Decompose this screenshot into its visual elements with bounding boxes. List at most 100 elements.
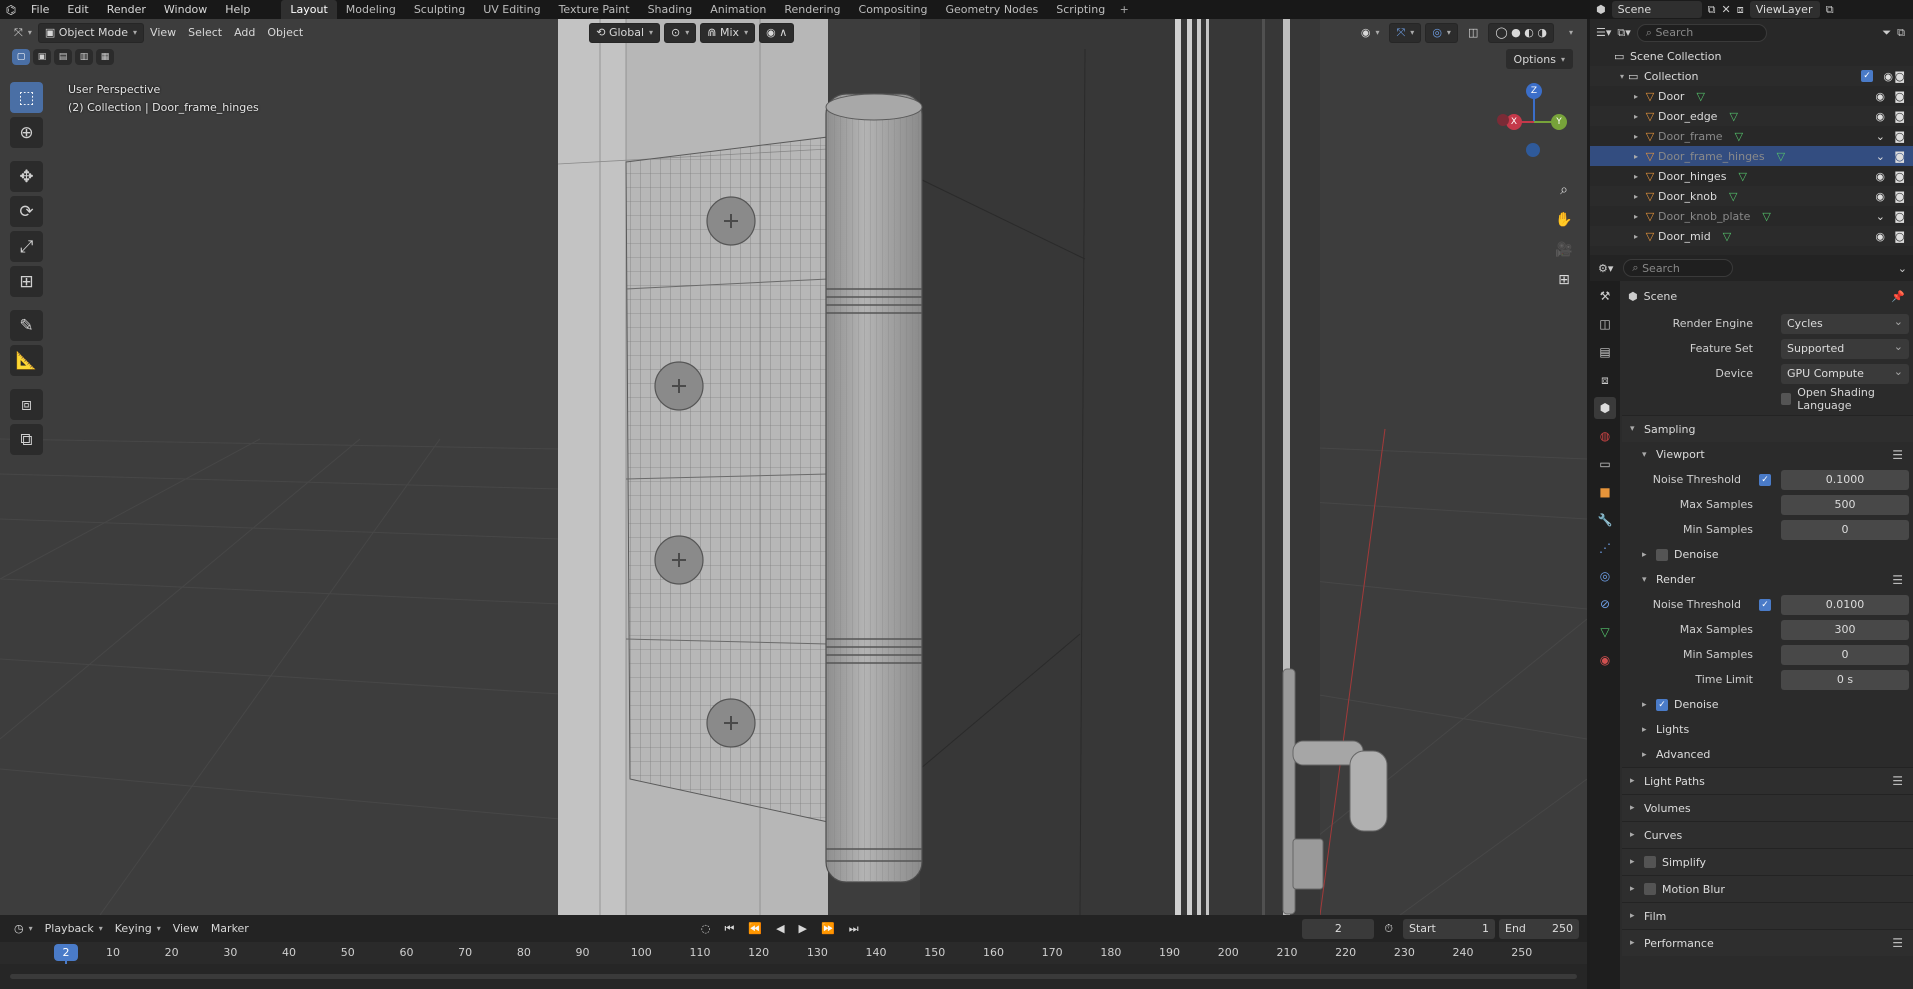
camera-icon[interactable]: ◙: [1894, 210, 1905, 223]
new-view-layer-icon[interactable]: ⧉: [1826, 3, 1834, 17]
sampling-panel[interactable]: ▾ Sampling: [1622, 415, 1913, 442]
select-subtract-icon[interactable]: ▤: [54, 49, 72, 65]
camera-icon[interactable]: ◙: [1894, 110, 1905, 123]
expand-arrow-icon[interactable]: ▸: [1630, 172, 1642, 181]
expand-arrow-icon[interactable]: ▸: [1630, 192, 1642, 201]
outliner-object-row[interactable]: ▸ ▽ Door_mid ▽ ◉ ◙: [1590, 226, 1913, 246]
start-frame-field[interactable]: Start 1: [1403, 918, 1495, 939]
menu-window[interactable]: Window: [155, 0, 216, 19]
pin-icon[interactable]: 📌: [1891, 290, 1905, 303]
mode-selector[interactable]: ▣ Object Mode ▾: [37, 22, 145, 43]
r-time-limit-field[interactable]: 0 s: [1781, 669, 1909, 690]
render-subpanel[interactable]: ▾ Render ☰: [1622, 567, 1913, 592]
playhead-frame-indicator[interactable]: 2: [54, 944, 78, 961]
jump-start-icon[interactable]: ⏮: [718, 919, 740, 939]
presets-list-icon[interactable]: ☰: [1892, 448, 1903, 462]
current-frame-field[interactable]: 2: [1302, 918, 1375, 939]
camera-icon[interactable]: ◙: [1894, 70, 1905, 83]
camera-icon[interactable]: ◙: [1894, 150, 1905, 163]
expand-arrow-icon[interactable]: ▸: [1630, 92, 1642, 101]
select-new-icon[interactable]: ▢: [12, 49, 30, 65]
eye-icon[interactable]: ◉: [1875, 170, 1885, 183]
select-intersect-icon[interactable]: ▦: [96, 49, 114, 65]
menu-object[interactable]: Object: [261, 23, 309, 43]
scene-collection-row[interactable]: ▭ Scene Collection: [1590, 46, 1913, 66]
tab-texture-paint[interactable]: Texture Paint: [550, 0, 639, 19]
prev-keyframe-icon[interactable]: ⏪: [742, 919, 768, 939]
motion-blur-panel[interactable]: ▸ Motion Blur: [1622, 875, 1913, 902]
camera-icon[interactable]: ◙: [1894, 130, 1905, 143]
expand-arrow-icon[interactable]: ▸: [1630, 132, 1642, 141]
vp-denoise-subpanel[interactable]: ▸ Denoise: [1622, 542, 1913, 567]
timeline-track[interactable]: [0, 964, 1587, 989]
r-max-samples-field[interactable]: 300: [1781, 619, 1909, 640]
end-frame-field[interactable]: End 250: [1499, 918, 1579, 939]
modifier-tab-icon[interactable]: 🔧: [1594, 509, 1616, 531]
blender-logo-icon[interactable]: ⌬: [0, 0, 22, 19]
feature-set-select[interactable]: Supported: [1781, 338, 1909, 359]
jump-end-icon[interactable]: ⏭: [843, 919, 865, 939]
tab-shading[interactable]: Shading: [639, 0, 702, 19]
view-layer-field[interactable]: ViewLayer: [1749, 1, 1820, 18]
select-extend-icon[interactable]: ▣: [33, 49, 51, 65]
eye-icon[interactable]: ⌄: [1876, 210, 1885, 223]
options-button[interactable]: Options ▾: [1505, 49, 1573, 69]
rotate-icon[interactable]: ⟳: [10, 196, 43, 227]
outliner-object-row[interactable]: ▸ ▽ Door_edge ▽ ◉ ◙: [1590, 106, 1913, 126]
vp-denoise-checkbox[interactable]: [1656, 548, 1668, 561]
camera-icon[interactable]: ◙: [1894, 90, 1905, 103]
eye-icon[interactable]: ◉: [1875, 110, 1885, 123]
view-layer-tab-icon[interactable]: ⧈: [1594, 369, 1616, 391]
r-denoise-checkbox[interactable]: ✓: [1656, 698, 1668, 711]
tab-scripting[interactable]: Scripting: [1047, 0, 1114, 19]
new-collection-icon[interactable]: ⧉: [1897, 26, 1905, 40]
simplify-panel[interactable]: ▸ Simplify: [1622, 848, 1913, 875]
physics-tab-icon[interactable]: ◎: [1594, 565, 1616, 587]
xray-toggle[interactable]: ◫: [1462, 23, 1484, 43]
constraints-tab-icon[interactable]: ⊘: [1594, 593, 1616, 615]
outliner-object-row[interactable]: ▸ ▽ Door_hinges ▽ ◉ ◙: [1590, 166, 1913, 186]
transform-tool-icon[interactable]: ⊞: [10, 266, 43, 297]
menu-keying[interactable]: Keying ▾: [109, 919, 167, 939]
render-engine-select[interactable]: Cycles: [1781, 313, 1909, 334]
advanced-subpanel[interactable]: ▸ Advanced: [1622, 742, 1913, 767]
object-tab-icon[interactable]: ■: [1594, 481, 1616, 503]
r-denoise-subpanel[interactable]: ▸ ✓ Denoise: [1622, 692, 1913, 717]
gizmo-toggle[interactable]: ⤧ ▾: [1389, 22, 1422, 43]
tab-uv-editing[interactable]: UV Editing: [474, 0, 549, 19]
collection-tab-icon[interactable]: ▭: [1594, 453, 1616, 475]
data-tab-icon[interactable]: ▽: [1594, 621, 1616, 643]
pivot-selector[interactable]: ⊙ ▾: [664, 22, 697, 43]
tool-tab-icon[interactable]: ⚒: [1594, 285, 1616, 307]
shading-options[interactable]: ▾: [1558, 23, 1579, 43]
presets-list-icon[interactable]: ☰: [1892, 774, 1903, 788]
proportional-edit-button[interactable]: ◉ ∧: [759, 22, 795, 43]
menu-edit[interactable]: Edit: [58, 0, 97, 19]
world-tab-icon[interactable]: ◍: [1594, 425, 1616, 447]
zoom-icon[interactable]: ⌕: [1551, 177, 1577, 203]
pan-hand-icon[interactable]: ✋: [1551, 207, 1577, 233]
add-workspace-icon[interactable]: +: [1114, 0, 1134, 19]
eye-icon[interactable]: ◉: [1875, 230, 1885, 243]
tab-geometry-nodes[interactable]: Geometry Nodes: [936, 0, 1047, 19]
outliner-editor-type-icon[interactable]: ☰▾: [1596, 26, 1611, 39]
presets-list-icon[interactable]: ☰: [1892, 936, 1903, 950]
menu-file[interactable]: File: [22, 0, 58, 19]
outliner-object-row[interactable]: ▸ ▽ Door_frame ▽ ⌄ ◙: [1590, 126, 1913, 146]
rendered-shading-icon[interactable]: ◑: [1537, 26, 1547, 39]
measure-icon[interactable]: 📐: [10, 345, 43, 376]
play-icon[interactable]: ▶: [793, 919, 813, 939]
particles-tab-icon[interactable]: ⋰: [1594, 537, 1616, 559]
menu-render[interactable]: Render: [98, 0, 155, 19]
camera-icon[interactable]: ◙: [1894, 230, 1905, 243]
osl-checkbox[interactable]: [1781, 392, 1792, 405]
render-tab-icon[interactable]: ◫: [1594, 313, 1616, 335]
properties-editor-type-icon[interactable]: ⚙▾: [1598, 262, 1613, 275]
tab-modeling[interactable]: Modeling: [337, 0, 405, 19]
curves-panel[interactable]: ▸ Curves: [1622, 821, 1913, 848]
tab-layout[interactable]: Layout: [281, 0, 337, 19]
expand-arrow-icon[interactable]: ▸: [1630, 112, 1642, 121]
eye-icon[interactable]: ⌄: [1876, 150, 1885, 163]
outliner-object-row[interactable]: ▸ ▽ Door_knob_plate ▽ ⌄ ◙: [1590, 206, 1913, 226]
vp-noise-threshold-checkbox[interactable]: ✓: [1759, 473, 1771, 486]
